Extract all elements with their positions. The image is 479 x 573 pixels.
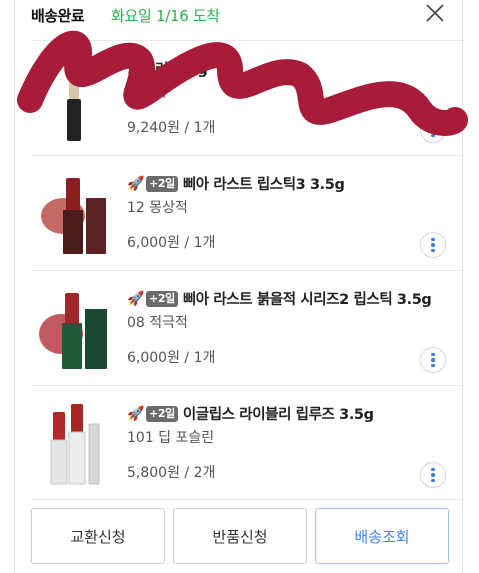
more-options-icon[interactable] (420, 462, 446, 488)
product-thumbnail[interactable] (31, 279, 121, 379)
product-title: 삐아 라스트 붉을적 시리즈2 립스틱 3.5g (182, 292, 432, 308)
product-price: 9,240원 / 1개 (127, 120, 216, 136)
order-item: ...불러 7.5g ...필베 9,240원 / 1개 (31, 40, 464, 155)
more-options-icon[interactable] (420, 117, 446, 143)
more-options-icon[interactable] (420, 347, 446, 373)
product-name[interactable]: ...불러 7.5g (127, 58, 208, 79)
product-name[interactable]: 🚀 +2일 삐아 라스트 립스틱3 3.5g (127, 173, 345, 194)
product-thumbnail[interactable] (31, 49, 121, 149)
product-option: ...필베 (127, 85, 167, 101)
product-option: 12 몽상적 (127, 200, 188, 216)
close-icon[interactable] (424, 2, 446, 24)
product-option: 08 적극적 (127, 315, 188, 331)
delivery-date: 화요일 1/16 도착 (111, 7, 220, 25)
product-price: 6,000원 / 1개 (127, 235, 216, 251)
product-thumbnail[interactable] (31, 394, 121, 494)
rocket-delivery-icon: 🚀 (127, 175, 145, 192)
product-name[interactable]: 🚀 +2일 삐아 라스트 붉을적 시리즈2 립스틱 3.5g (127, 288, 432, 309)
product-title: 이글립스 라이블리 립루즈 3.5g (182, 407, 374, 423)
order-item: 🚀 +2일 이글립스 라이블리 립루즈 3.5g 101 딥 포슬린 5,800… (31, 385, 464, 500)
order-items: ...불러 7.5g ...필베 9,240원 / 1개 🚀 +2일 삐아 라스… (31, 40, 464, 500)
return-button[interactable]: 반품신청 (173, 508, 307, 564)
delivery-badge: +2일 (146, 175, 178, 192)
order-actions: 교환신청 반품신청 배송조회 (31, 508, 449, 566)
more-options-icon[interactable] (420, 232, 446, 258)
order-header: 배송완료 화요일 1/16 도착 (31, 0, 464, 30)
product-price: 6,000원 / 1개 (127, 350, 216, 366)
product-option: 101 딥 포슬린 (127, 430, 215, 446)
exchange-button[interactable]: 교환신청 (31, 508, 165, 564)
product-title: 삐아 라스트 립스틱3 3.5g (182, 177, 345, 193)
rocket-delivery-icon: 🚀 (127, 405, 145, 422)
product-name[interactable]: 🚀 +2일 이글립스 라이블리 립루즈 3.5g (127, 403, 374, 424)
product-price: 5,800원 / 2개 (127, 465, 216, 481)
delivery-badge: +2일 (146, 290, 178, 307)
product-title: ...불러 7.5g (127, 62, 208, 78)
tracking-button[interactable]: 배송조회 (315, 508, 449, 564)
order-item: 🚀 +2일 삐아 라스트 립스틱3 3.5g 12 몽상적 6,000원 / 1… (31, 155, 464, 270)
product-thumbnail[interactable] (31, 164, 121, 264)
delivery-badge: +2일 (146, 405, 178, 422)
order-status: 배송완료 (31, 7, 85, 25)
rocket-delivery-icon: 🚀 (127, 290, 145, 307)
order-item: 🚀 +2일 삐아 라스트 붉을적 시리즈2 립스틱 3.5g 08 적극적 6,… (31, 270, 464, 385)
order-card: 배송완료 화요일 1/16 도착 ...불러 7.5g ...필베 9,240원… (14, 0, 464, 573)
